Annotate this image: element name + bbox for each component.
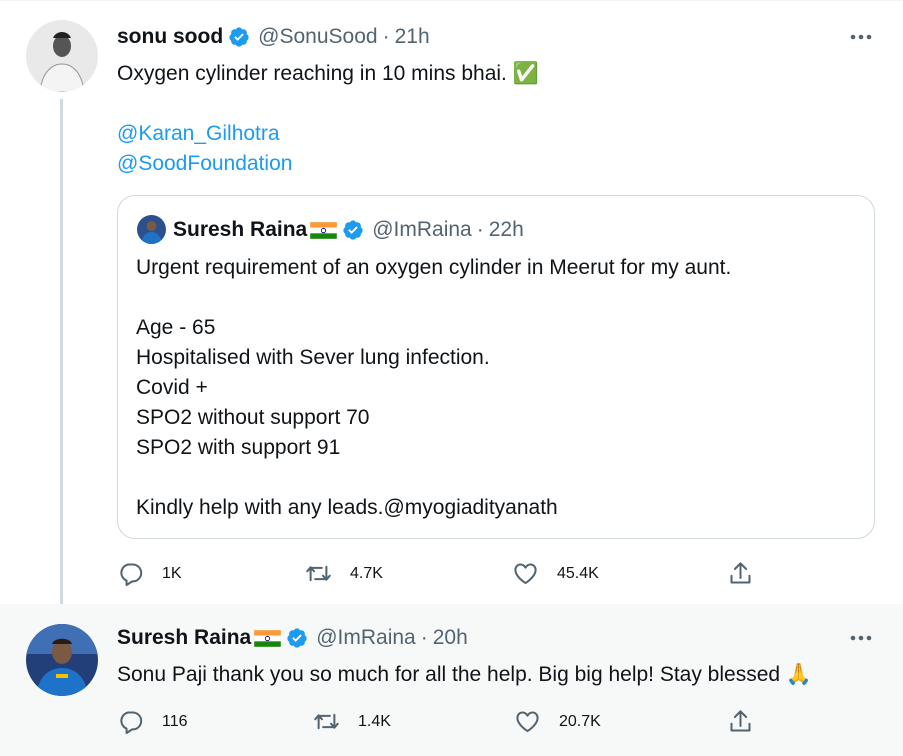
quoted-text-line: Kindly help with any leads.@myogiadityan…: [136, 496, 558, 519]
retweet-count: 1.4K: [358, 712, 391, 730]
avatar[interactable]: [26, 624, 98, 696]
avatar[interactable]: [26, 20, 98, 92]
quoted-header: Suresh Raina @ImRaina · 22h: [173, 217, 524, 243]
retweet-button[interactable]: 1.4K: [313, 708, 391, 735]
separator-dot: ·: [420, 626, 428, 649]
retweet-count: 4.7K: [350, 564, 383, 582]
quoted-text-line: SPO2 without support 70: [136, 406, 370, 429]
quoted-tweet[interactable]: Suresh Raina @ImRaina · 22h Urgent requi…: [117, 195, 875, 539]
tweet-header: Suresh Raina @ImRaina · 20h: [117, 625, 468, 651]
more-dots-icon[interactable]: [849, 31, 873, 43]
reply-icon: [120, 563, 143, 586]
quoted-text-line: Age - 65: [136, 316, 216, 339]
heart-icon: [514, 563, 537, 585]
quoted-text-line: Covid +: [136, 376, 208, 399]
tweet-suresh-raina[interactable]: Suresh Raina @ImRaina · 20h Sonu Paji th…: [0, 604, 903, 756]
share-icon: [730, 710, 751, 732]
verified-badge-icon: [343, 220, 363, 240]
quoted-text-line: Hospitalised with Sever lung infection.: [136, 346, 490, 369]
verified-badge-icon: [229, 27, 249, 47]
reply-count: 116: [162, 712, 188, 730]
tweet-timestamp[interactable]: 20h: [433, 625, 468, 651]
share-button[interactable]: [727, 560, 754, 587]
quoted-text-line: Urgent requirement of an oxygen cylinder…: [136, 256, 732, 279]
tweet-header: sonu sood @SonuSood · 21h: [117, 24, 430, 50]
tweet-timestamp[interactable]: 21h: [395, 24, 430, 50]
like-button[interactable]: 45.4K: [512, 560, 599, 587]
separator-dot: ·: [476, 218, 484, 241]
reply-count: 1K: [162, 564, 182, 582]
tweet-sonu-sood[interactable]: sonu sood @SonuSood · 21h Oxygen cylinde…: [0, 0, 903, 619]
separator-dot: ·: [382, 25, 390, 48]
tweet-text: Oxygen cylinder reaching in 10 mins bhai…: [117, 62, 539, 85]
quoted-avatar: [137, 215, 166, 244]
like-button[interactable]: 20.7K: [514, 708, 601, 735]
like-count: 45.4K: [557, 564, 599, 582]
user-handle[interactable]: @SonuSood: [258, 24, 377, 50]
reply-icon: [120, 711, 143, 734]
mention-link[interactable]: @SoodFoundation: [117, 149, 292, 179]
display-name[interactable]: Suresh Raina: [117, 625, 251, 651]
thread-line: [60, 99, 63, 619]
reply-button[interactable]: 116: [117, 708, 188, 735]
quoted-timestamp: 22h: [488, 218, 524, 241]
retweet-icon: [306, 565, 331, 582]
reply-button[interactable]: 1K: [117, 560, 182, 587]
india-flag-icon: [254, 629, 282, 647]
heart-icon: [516, 711, 539, 733]
quoted-display-name: Suresh Raina: [173, 218, 308, 241]
tweet-text: Sonu Paji thank you so much for all the …: [117, 663, 813, 686]
retweet-icon: [314, 713, 339, 730]
like-count: 20.7K: [559, 712, 601, 730]
display-name[interactable]: sonu sood: [117, 24, 223, 50]
verified-badge-icon: [287, 628, 307, 648]
retweet-button[interactable]: 4.7K: [305, 560, 383, 587]
share-button[interactable]: [727, 708, 754, 735]
india-flag-icon: [310, 221, 338, 239]
quoted-text-line: SPO2 with support 91: [136, 436, 341, 459]
more-dots-icon[interactable]: [849, 632, 873, 644]
mention-link[interactable]: @Karan_Gilhotra: [117, 119, 280, 149]
quoted-handle: @ImRaina: [372, 218, 472, 241]
user-handle[interactable]: @ImRaina: [316, 625, 416, 651]
share-icon: [730, 562, 751, 584]
